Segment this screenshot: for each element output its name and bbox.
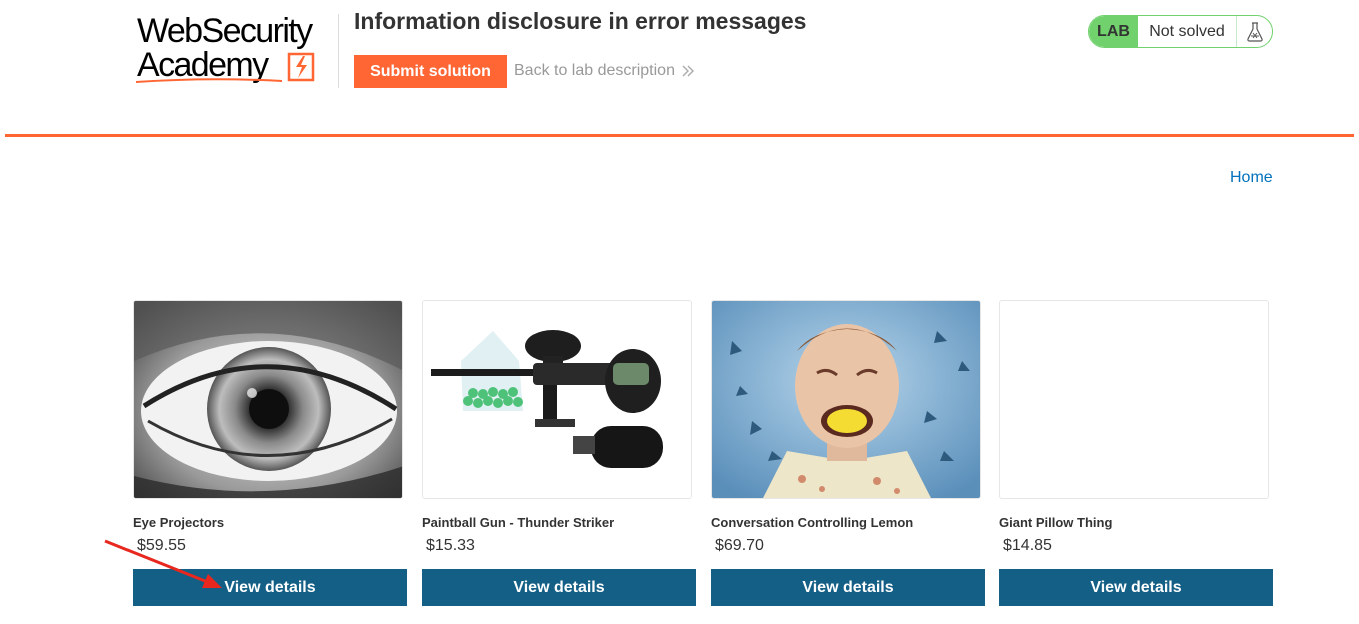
header-divider xyxy=(338,14,339,88)
header-orange-rule xyxy=(5,134,1354,137)
view-details-button[interactable]: View details xyxy=(422,569,696,606)
product-card: Giant Pillow Thing $14.85 View details xyxy=(999,300,1273,606)
logo-underline-swoosh xyxy=(135,78,283,83)
product-name: Paintball Gun - Thunder Striker xyxy=(422,515,615,530)
back-to-lab-description-link[interactable]: Back to lab description xyxy=(514,62,695,80)
product-grid: Eye Projectors $59.55 View details Paint… xyxy=(133,300,1273,610)
lab-status-text: Not solved xyxy=(1149,22,1225,40)
product-image-lemon-man xyxy=(711,300,981,499)
product-image-eye xyxy=(133,300,403,499)
lab-header: WebSecurity Academy Information disclosu… xyxy=(0,0,1359,138)
view-details-button[interactable]: View details xyxy=(711,569,985,606)
submit-solution-button[interactable]: Submit solution xyxy=(354,55,507,88)
product-card: Paintball Gun - Thunder Striker $15.33 V… xyxy=(422,300,696,606)
back-link-label: Back to lab description xyxy=(514,62,675,79)
product-name: Eye Projectors xyxy=(133,515,225,530)
annotation-arrow-icon xyxy=(104,539,222,588)
logo-line-1: WebSecurity xyxy=(137,12,313,50)
double-chevron-right-icon xyxy=(682,65,694,77)
product-image-paintball-gun xyxy=(422,300,692,499)
lab-title: Information disclosure in error messages xyxy=(354,8,807,34)
product-card: Conversation Controlling Lemon $69.70 Vi… xyxy=(711,300,985,606)
product-name: Conversation Controlling Lemon xyxy=(711,515,914,530)
home-link[interactable]: Home xyxy=(1230,169,1273,187)
web-security-academy-logo[interactable]: WebSecurity Academy xyxy=(134,14,339,88)
flask-icon xyxy=(1236,16,1272,47)
product-price: $14.85 xyxy=(1003,537,1052,554)
lab-status-widget: LAB Not solved xyxy=(1088,15,1273,48)
product-name: Giant Pillow Thing xyxy=(999,515,1113,530)
product-price: $69.70 xyxy=(715,537,764,554)
product-price: $15.33 xyxy=(426,537,475,554)
lightning-bolt-icon xyxy=(287,52,315,82)
lab-tag: LAB xyxy=(1089,16,1138,47)
product-image-blank xyxy=(999,300,1269,499)
view-details-button[interactable]: View details xyxy=(999,569,1273,606)
